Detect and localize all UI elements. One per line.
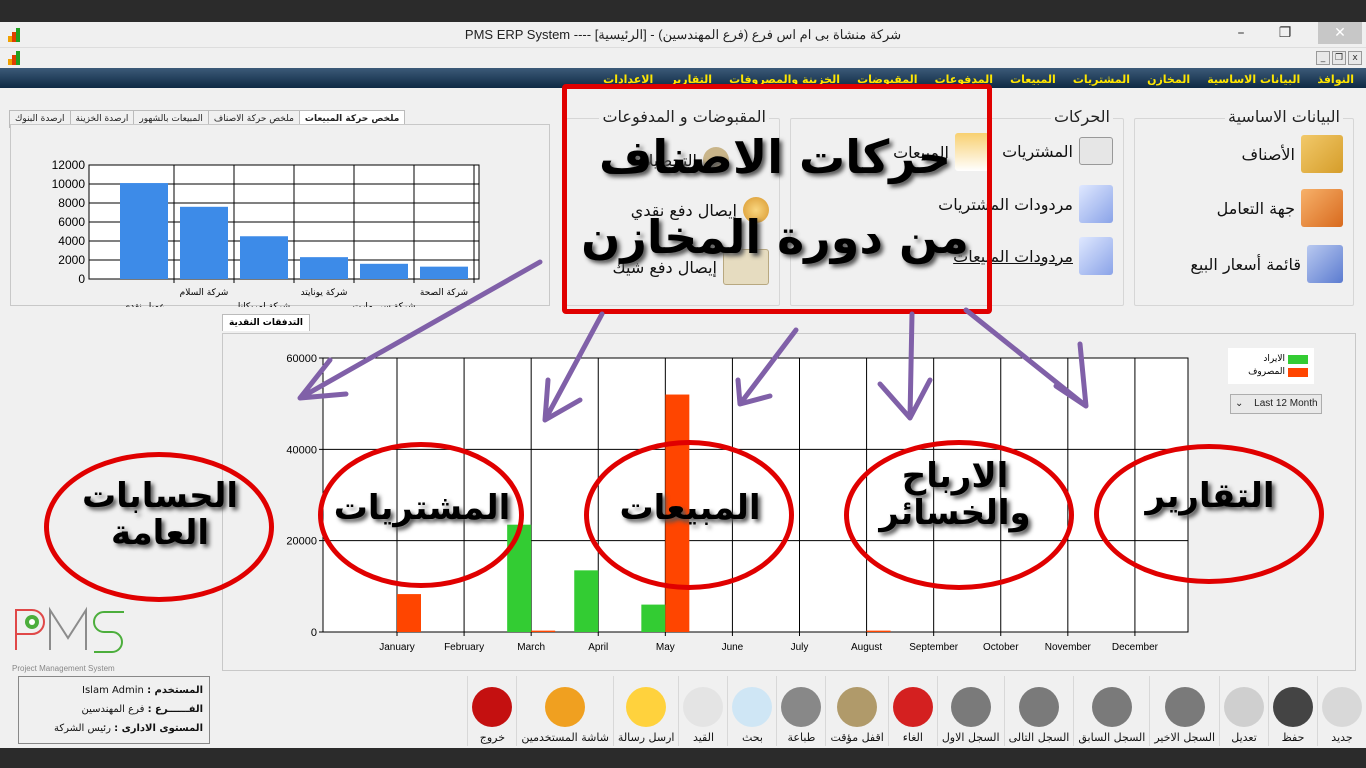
annotation-reports: التقارير xyxy=(1145,476,1275,516)
arrow-sales xyxy=(735,327,799,407)
annotation-purchases: المشتريات xyxy=(333,488,511,528)
arrow-profit-loss xyxy=(877,311,933,421)
arrow-reports xyxy=(963,307,1089,409)
arrow-purchases xyxy=(542,311,605,423)
arrow-general-accounts xyxy=(297,259,543,401)
annotation-profit-loss: الارباح والخسائر xyxy=(879,456,1031,534)
annotation-arrows xyxy=(297,259,1089,423)
annotation-sales: المبيعات xyxy=(619,488,761,528)
annotation-general-accounts: الحسابات العامة xyxy=(82,476,238,554)
